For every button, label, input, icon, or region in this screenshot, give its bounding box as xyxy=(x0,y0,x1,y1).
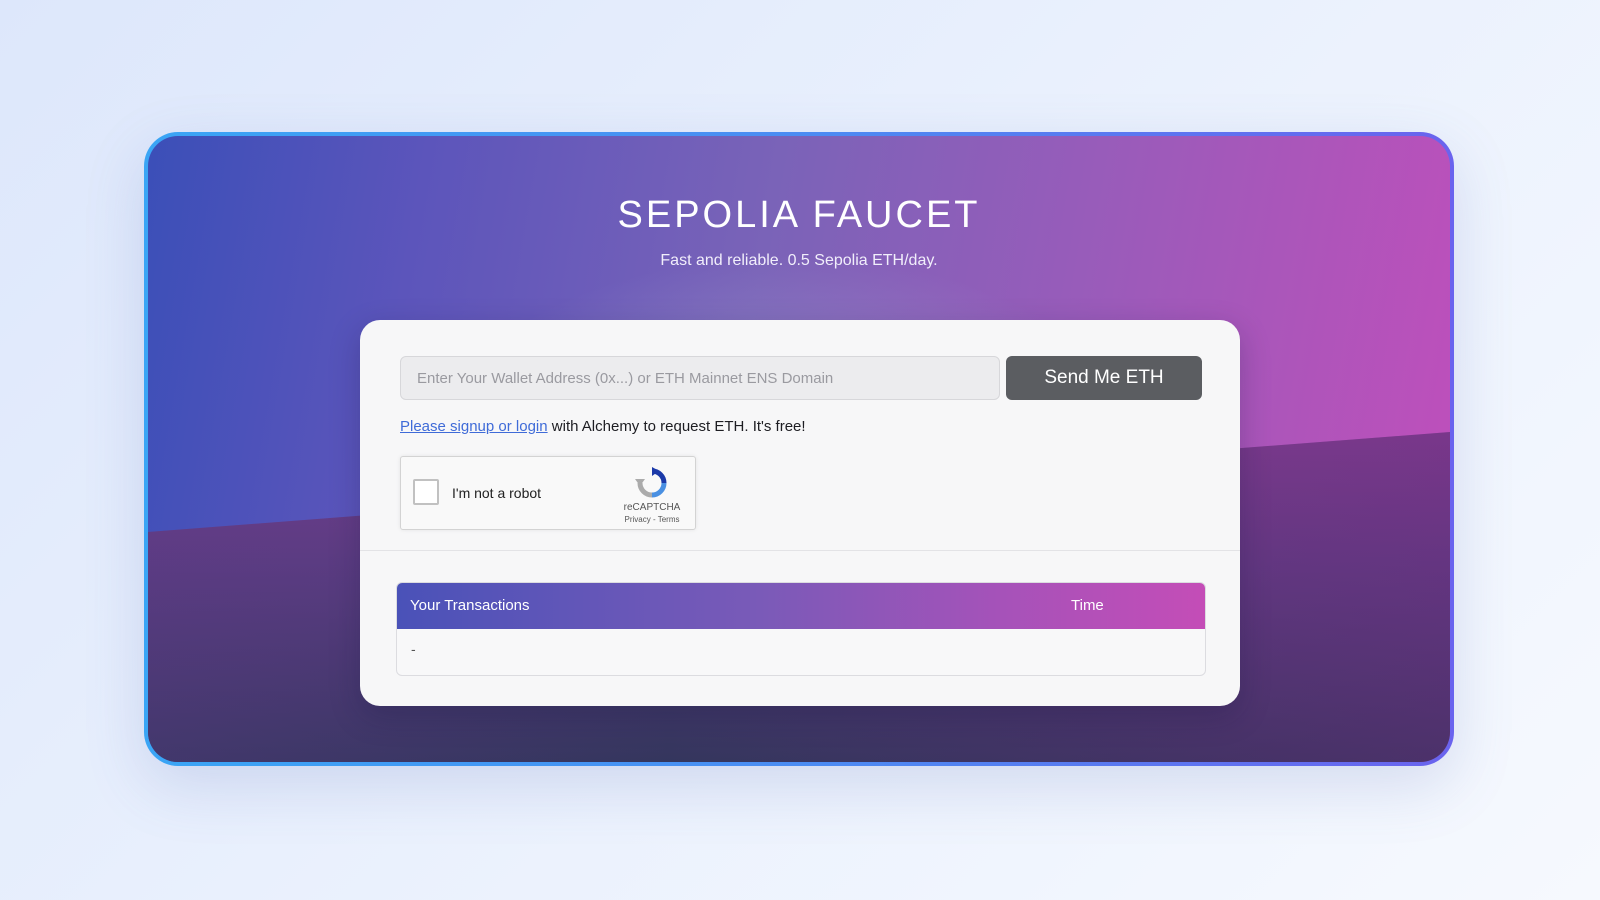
hero-background: SEPOLIA FAUCET Fast and reliable. 0.5 Se… xyxy=(148,136,1450,762)
transaction-cell: - xyxy=(411,641,416,657)
hero-frame: SEPOLIA FAUCET Fast and reliable. 0.5 Se… xyxy=(144,132,1454,766)
recaptcha-icon xyxy=(635,467,667,498)
wallet-address-input[interactable] xyxy=(400,356,1000,400)
transactions-table-header: Your Transactions Time xyxy=(397,583,1205,629)
page-subtitle: Fast and reliable. 0.5 Sepolia ETH/day. xyxy=(660,252,938,269)
signup-message-text: with Alchemy to request ETH. It's free! xyxy=(547,418,806,435)
recaptcha-widget: I'm not a robot reCAPTCHA Privacy - Term… xyxy=(400,456,696,530)
table-row: - xyxy=(397,629,1205,675)
signup-login-link[interactable]: Please signup or login xyxy=(400,418,548,435)
recaptcha-privacy-terms[interactable]: Privacy - Terms xyxy=(609,515,695,524)
page-title: SEPOLIA FAUCET xyxy=(617,194,981,236)
recaptcha-label: I'm not a robot xyxy=(452,485,542,501)
recaptcha-checkbox[interactable] xyxy=(413,479,439,505)
card-divider xyxy=(360,550,1240,551)
faucet-card: Send Me ETH Please signup or login with … xyxy=(360,320,1240,706)
send-me-eth-button[interactable]: Send Me ETH xyxy=(1006,356,1202,400)
column-header-transactions: Your Transactions xyxy=(410,597,530,614)
signup-message: Please signup or login with Alchemy to r… xyxy=(400,418,806,435)
recaptcha-brand: reCAPTCHA xyxy=(623,502,681,513)
column-header-time: Time xyxy=(1071,597,1104,614)
transactions-table: Your Transactions Time - xyxy=(396,582,1206,676)
